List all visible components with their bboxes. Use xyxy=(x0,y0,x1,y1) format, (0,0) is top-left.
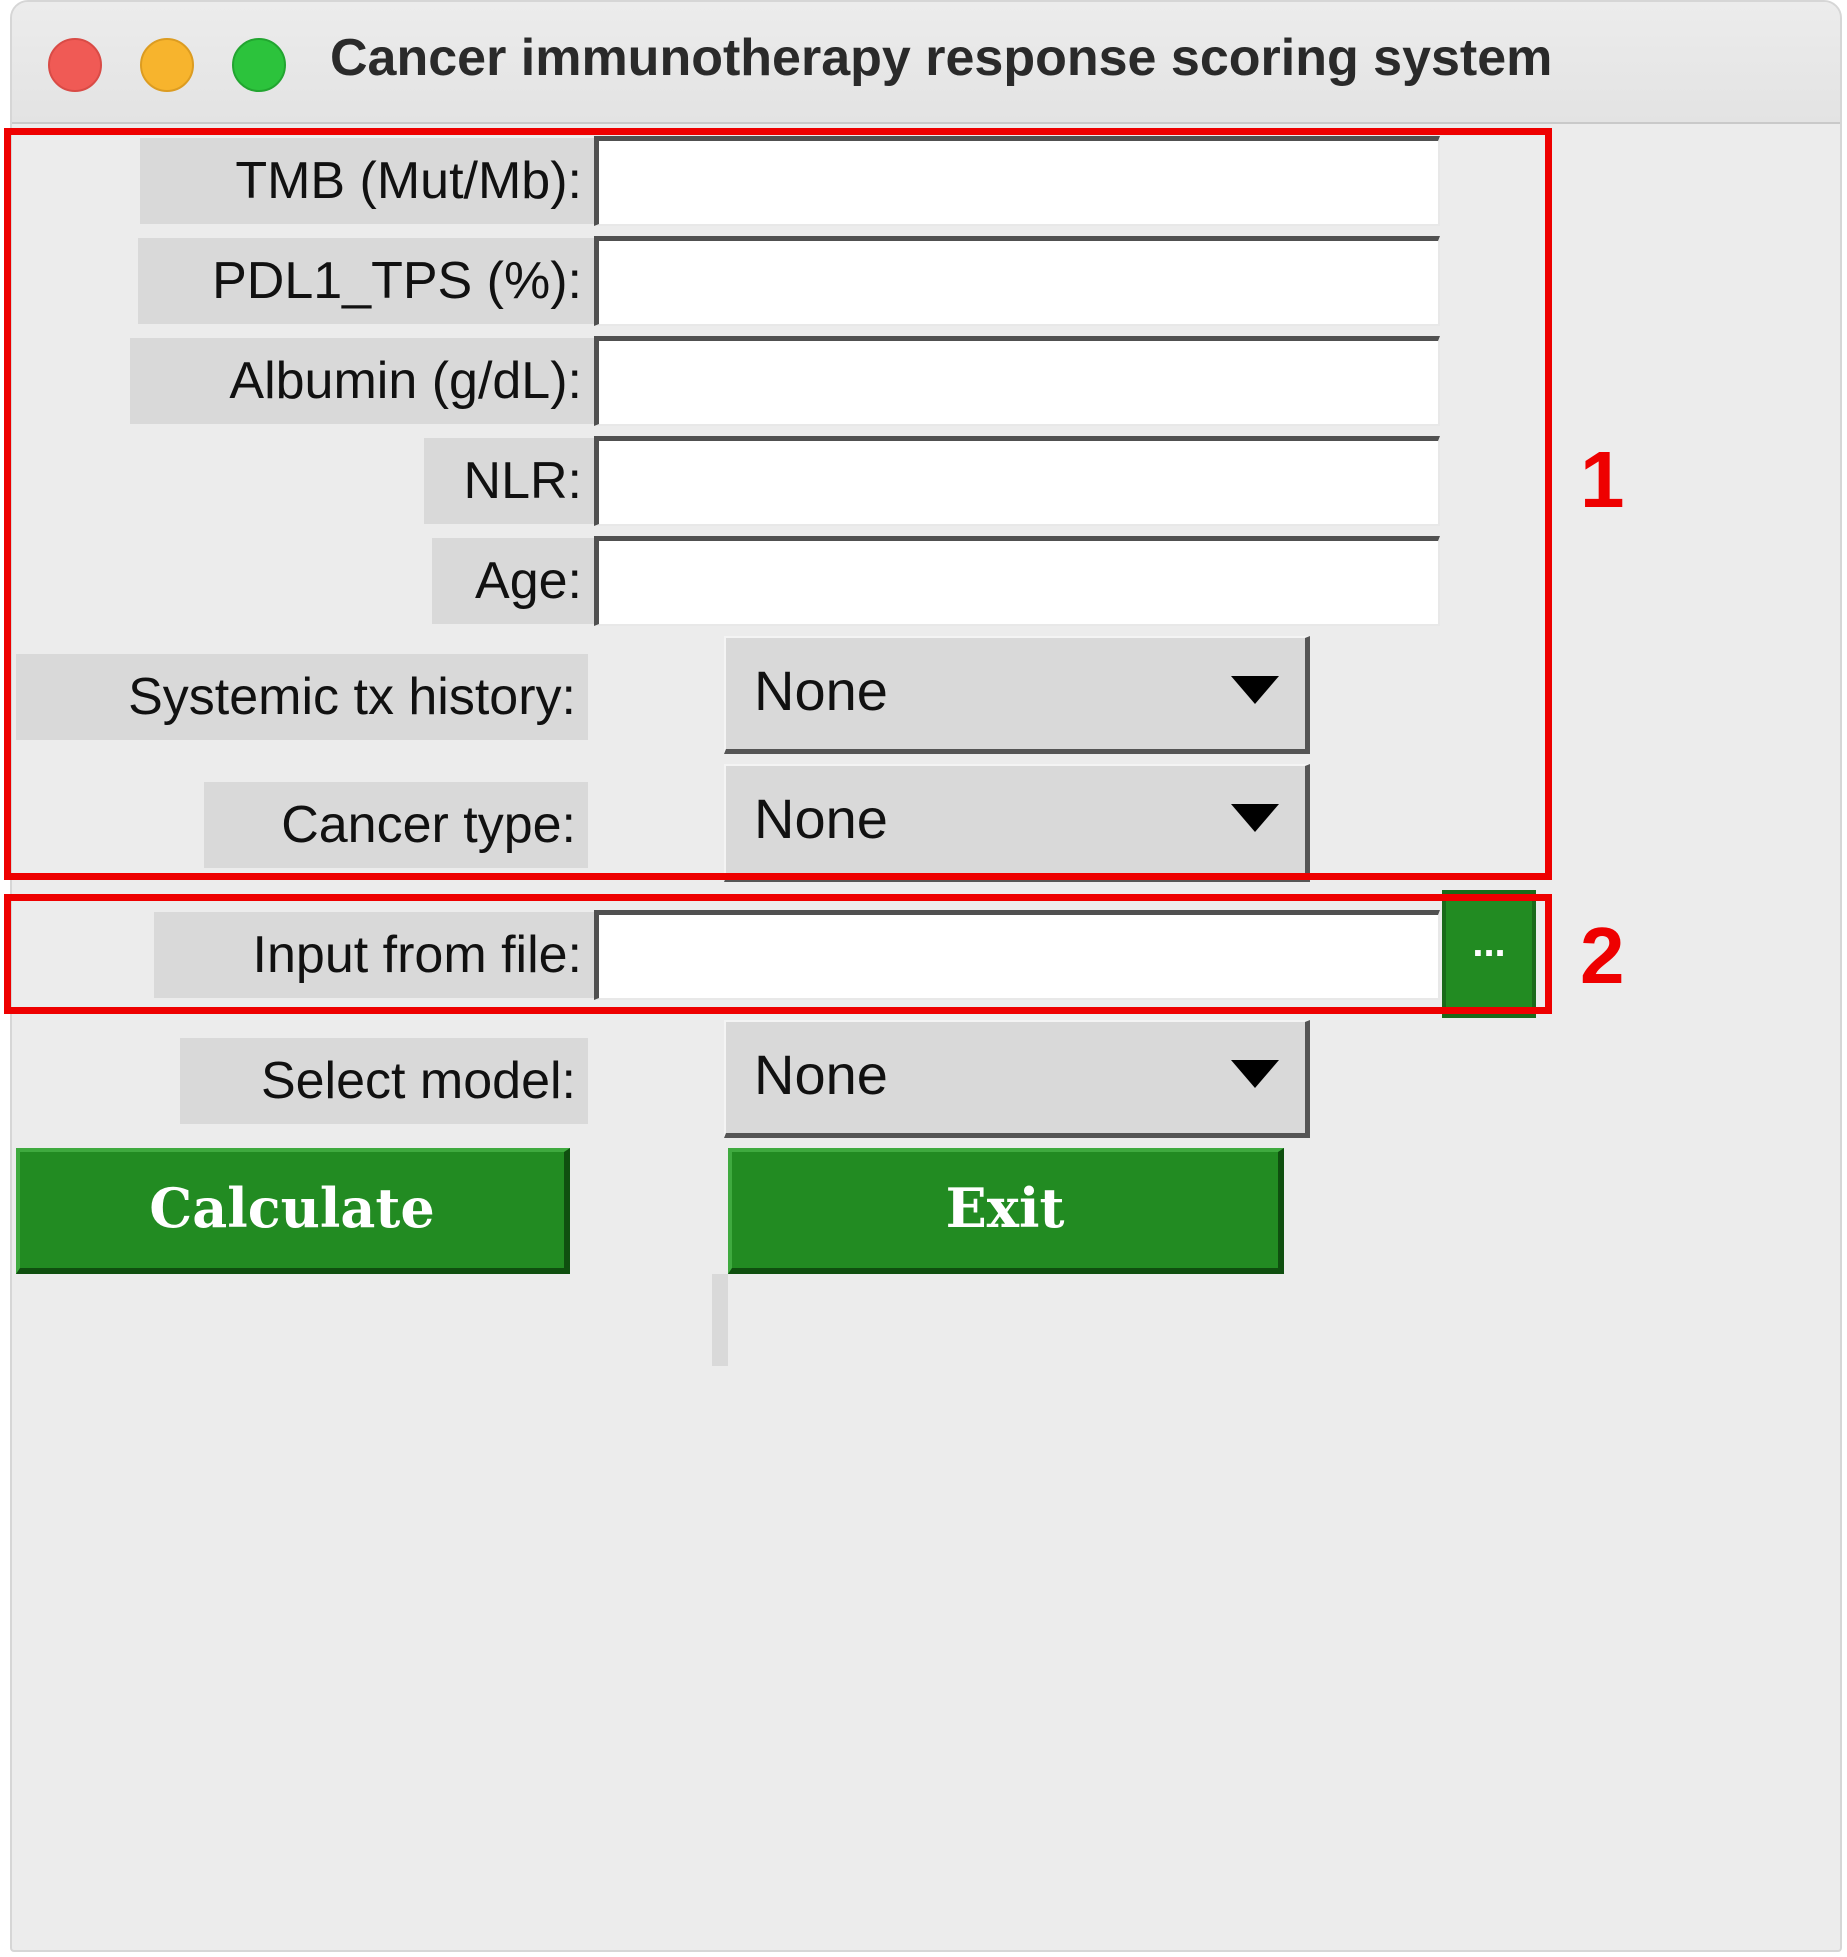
tmb-input[interactable] xyxy=(594,136,1440,226)
cancer-type-label: Cancer type: xyxy=(204,782,588,868)
age-input[interactable] xyxy=(594,536,1440,626)
nlr-label: NLR: xyxy=(424,438,594,524)
input-file-label: Input from file: xyxy=(154,912,594,998)
browse-file-button[interactable]: ... xyxy=(1442,890,1536,1018)
systemic-tx-dropdown[interactable]: None xyxy=(724,636,1310,754)
pdl1-tps-input[interactable] xyxy=(594,236,1440,326)
annotation-number-2: 2 xyxy=(1580,911,1625,1000)
minimize-window-icon[interactable] xyxy=(140,38,194,92)
albumin-input[interactable] xyxy=(594,336,1440,426)
title-bar: Cancer immunotherapy response scoring sy… xyxy=(12,2,1840,124)
triangle-down-icon xyxy=(1231,804,1279,832)
triangle-down-icon xyxy=(1231,1060,1279,1088)
annotation-number-1: 1 xyxy=(1580,435,1625,524)
app-window: Cancer immunotherapy response scoring sy… xyxy=(10,0,1842,1952)
select-model-value: None xyxy=(754,1043,888,1106)
input-file-field[interactable] xyxy=(594,910,1440,1000)
systemic-tx-value: None xyxy=(754,659,888,722)
select-model-label: Select model: xyxy=(180,1038,588,1124)
calculate-button[interactable]: Calculate xyxy=(16,1148,570,1274)
separator xyxy=(712,1274,728,1366)
pdl1-tps-label: PDL1_TPS (%): xyxy=(138,238,594,324)
close-window-icon[interactable] xyxy=(48,38,102,92)
triangle-down-icon xyxy=(1231,676,1279,704)
nlr-input[interactable] xyxy=(594,436,1440,526)
systemic-tx-label: Systemic tx history: xyxy=(16,654,588,740)
tmb-label: TMB (Mut/Mb): xyxy=(140,138,594,224)
window-title: Cancer immunotherapy response scoring sy… xyxy=(330,29,1553,87)
exit-button[interactable]: Exit xyxy=(728,1148,1284,1274)
cancer-type-value: None xyxy=(754,787,888,850)
zoom-window-icon[interactable] xyxy=(232,38,286,92)
albumin-label: Albumin (g/dL): xyxy=(130,338,594,424)
select-model-dropdown[interactable]: None xyxy=(724,1020,1310,1138)
age-label: Age: xyxy=(432,538,594,624)
cancer-type-dropdown[interactable]: None xyxy=(724,764,1310,882)
